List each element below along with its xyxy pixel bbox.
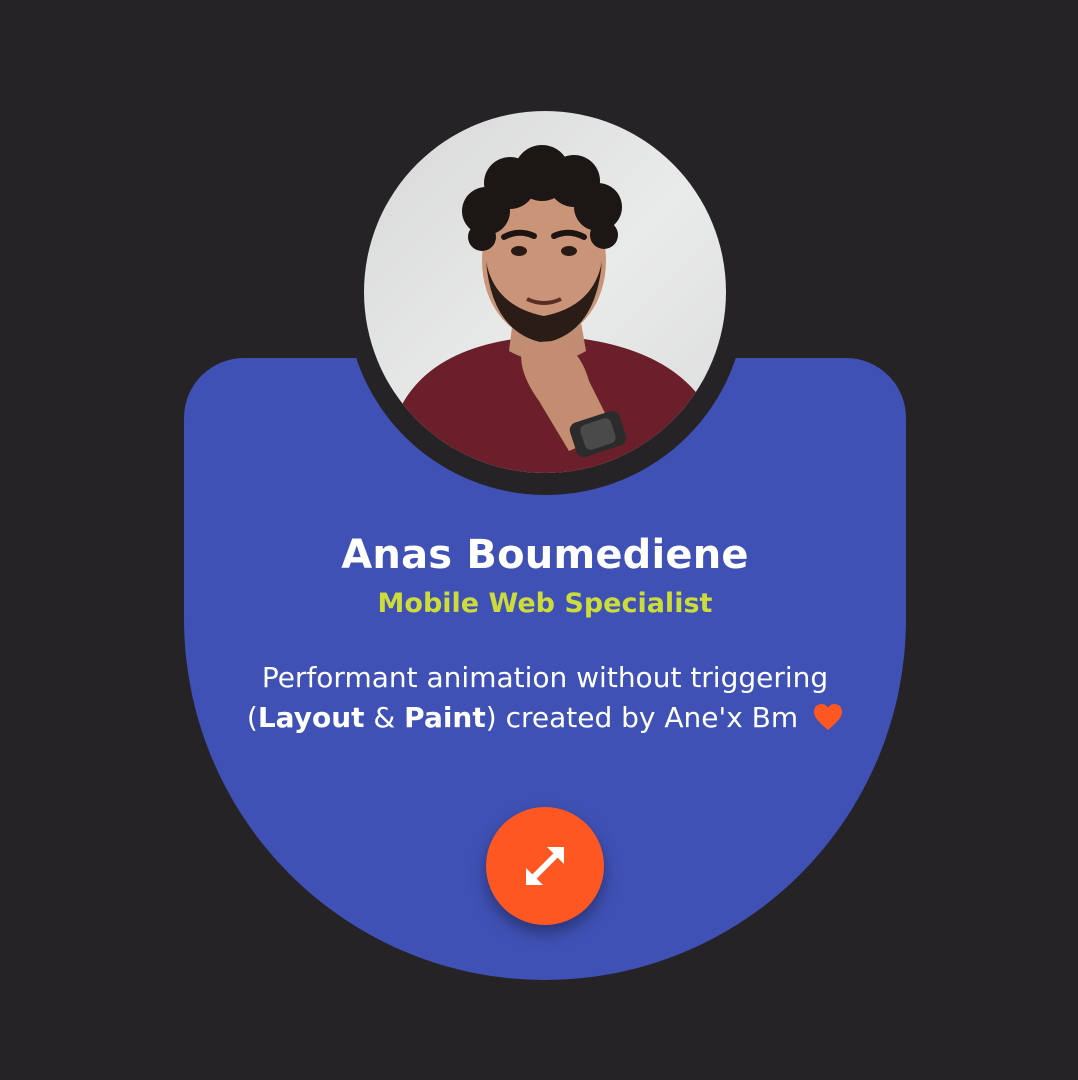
description-layout: Layout — [257, 701, 365, 734]
description-text-2: ) created by Ane'x Bm — [485, 701, 799, 734]
profile-description: Performant animation without triggering … — [230, 658, 860, 742]
profile-name: Anas Boumediene — [341, 532, 749, 578]
avatar — [364, 111, 726, 473]
expand-arrows-icon — [526, 847, 564, 885]
description-paint: Paint — [404, 701, 486, 734]
heart-icon — [813, 702, 843, 742]
description-amp: & — [364, 701, 405, 734]
expand-button[interactable] — [486, 807, 604, 925]
profile-stage: Anas Boumediene Mobile Web Specialist Pe… — [0, 0, 1078, 1080]
avatar-photo — [364, 145, 726, 473]
profile-role: Mobile Web Specialist — [377, 588, 713, 619]
